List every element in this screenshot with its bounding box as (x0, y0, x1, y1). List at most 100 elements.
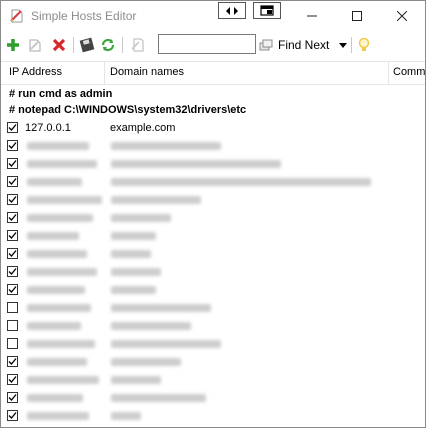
checkmark-icon (8, 394, 17, 401)
left-right-arrows-icon (226, 6, 238, 15)
redacted-ip (27, 358, 87, 366)
redacted-domain (111, 394, 206, 402)
restore-width-button[interactable] (218, 2, 246, 19)
close-button[interactable] (379, 1, 424, 31)
checkmark-icon (8, 268, 17, 275)
domain-name-cell: example.com (110, 122, 176, 134)
maximize-button[interactable] (334, 1, 379, 31)
table-row[interactable] (1, 191, 425, 209)
column-header-comment[interactable]: Comm (393, 66, 425, 78)
enable-checkbox[interactable] (7, 248, 18, 259)
table-row[interactable] (1, 335, 425, 353)
pin-window-button[interactable] (253, 2, 281, 19)
table-row[interactable]: 127.0.0.1 example.com (1, 119, 425, 137)
enable-checkbox[interactable] (7, 212, 18, 223)
edit-icon (29, 39, 41, 52)
table-row[interactable] (1, 137, 425, 155)
dropdown-icon (339, 42, 347, 48)
table-row[interactable] (1, 299, 425, 317)
enable-checkbox[interactable] (7, 176, 18, 187)
app-window: Simple Hosts Editor Find Next IP Address… (0, 0, 426, 428)
checkmark-icon (8, 250, 17, 257)
column-divider[interactable] (388, 62, 389, 84)
delete-icon (52, 38, 66, 52)
title-bar[interactable]: Simple Hosts Editor (1, 1, 425, 31)
table-row[interactable] (1, 173, 425, 191)
enable-checkbox[interactable] (7, 374, 18, 385)
enable-checkbox[interactable] (7, 230, 18, 241)
checkmark-icon (8, 376, 17, 383)
table-row[interactable] (1, 389, 425, 407)
delete-entry-button[interactable] (49, 35, 69, 55)
refresh-button[interactable] (98, 35, 118, 55)
enable-checkbox[interactable] (7, 284, 18, 295)
save-icon (79, 37, 95, 53)
find-next-button[interactable]: Find Next (259, 35, 329, 55)
table-row[interactable] (1, 371, 425, 389)
table-row[interactable] (1, 353, 425, 371)
redacted-domain (111, 142, 221, 150)
redacted-ip (27, 250, 87, 258)
column-divider[interactable] (104, 62, 105, 84)
table-row[interactable] (1, 209, 425, 227)
minimize-button[interactable] (289, 1, 334, 31)
redacted-domain (111, 358, 181, 366)
column-header-ip[interactable]: IP Address (9, 66, 62, 78)
redacted-domain (111, 268, 161, 276)
edit-entry-button[interactable] (25, 35, 45, 55)
redacted-ip (27, 412, 89, 420)
hint-icon (358, 37, 370, 51)
minimize-icon (306, 15, 317, 17)
table-row[interactable] (1, 263, 425, 281)
comment-text: # run cmd as admin (9, 88, 113, 100)
redacted-domain (111, 412, 141, 420)
hint-button[interactable] (354, 35, 374, 55)
redacted-domain (111, 286, 156, 294)
enable-checkbox[interactable] (7, 266, 18, 277)
save-button[interactable] (77, 35, 97, 55)
close-icon (396, 11, 407, 21)
list-header: IP Address Domain names Comm (1, 61, 425, 85)
redacted-ip (27, 286, 85, 294)
toolbar: Find Next (1, 31, 425, 59)
enable-checkbox[interactable] (7, 356, 18, 367)
comment-row[interactable]: # notepad C:\WINDOWS\system32\drivers\et… (1, 101, 425, 119)
comment-button[interactable] (128, 35, 148, 55)
checkmark-icon (8, 232, 17, 239)
table-row[interactable] (1, 317, 425, 335)
enable-checkbox[interactable] (7, 320, 18, 331)
checkmark-icon (8, 412, 17, 419)
redacted-ip (27, 196, 102, 204)
window-title: Simple Hosts Editor (31, 9, 137, 23)
toolbar-separator (73, 37, 74, 53)
checkmark-icon (8, 142, 17, 149)
enable-checkbox[interactable] (7, 140, 18, 151)
enable-checkbox[interactable] (7, 158, 18, 169)
search-input[interactable] (158, 34, 256, 54)
table-row[interactable] (1, 245, 425, 263)
add-entry-button[interactable] (3, 35, 23, 55)
enable-checkbox[interactable] (7, 392, 18, 403)
redacted-ip (27, 322, 81, 330)
enable-checkbox[interactable] (7, 122, 18, 133)
toolbar-separator (122, 37, 123, 53)
table-row[interactable] (1, 227, 425, 245)
app-logo-icon (9, 8, 25, 24)
window-pin-icon (260, 5, 274, 16)
redacted-ip (27, 160, 97, 168)
table-row[interactable] (1, 281, 425, 299)
enable-checkbox[interactable] (7, 410, 18, 421)
table-row[interactable] (1, 155, 425, 173)
checkmark-icon (8, 124, 17, 131)
find-options-dropdown[interactable] (336, 35, 350, 55)
redacted-ip (27, 268, 97, 276)
find-next-label: Find Next (278, 38, 330, 52)
enable-checkbox[interactable] (7, 194, 18, 205)
enable-checkbox[interactable] (7, 302, 18, 313)
add-icon (7, 39, 19, 51)
column-header-domain[interactable]: Domain names (110, 66, 184, 78)
redacted-domain (111, 250, 151, 258)
table-row[interactable] (1, 407, 425, 425)
enable-checkbox[interactable] (7, 338, 18, 349)
redacted-ip (27, 340, 95, 348)
